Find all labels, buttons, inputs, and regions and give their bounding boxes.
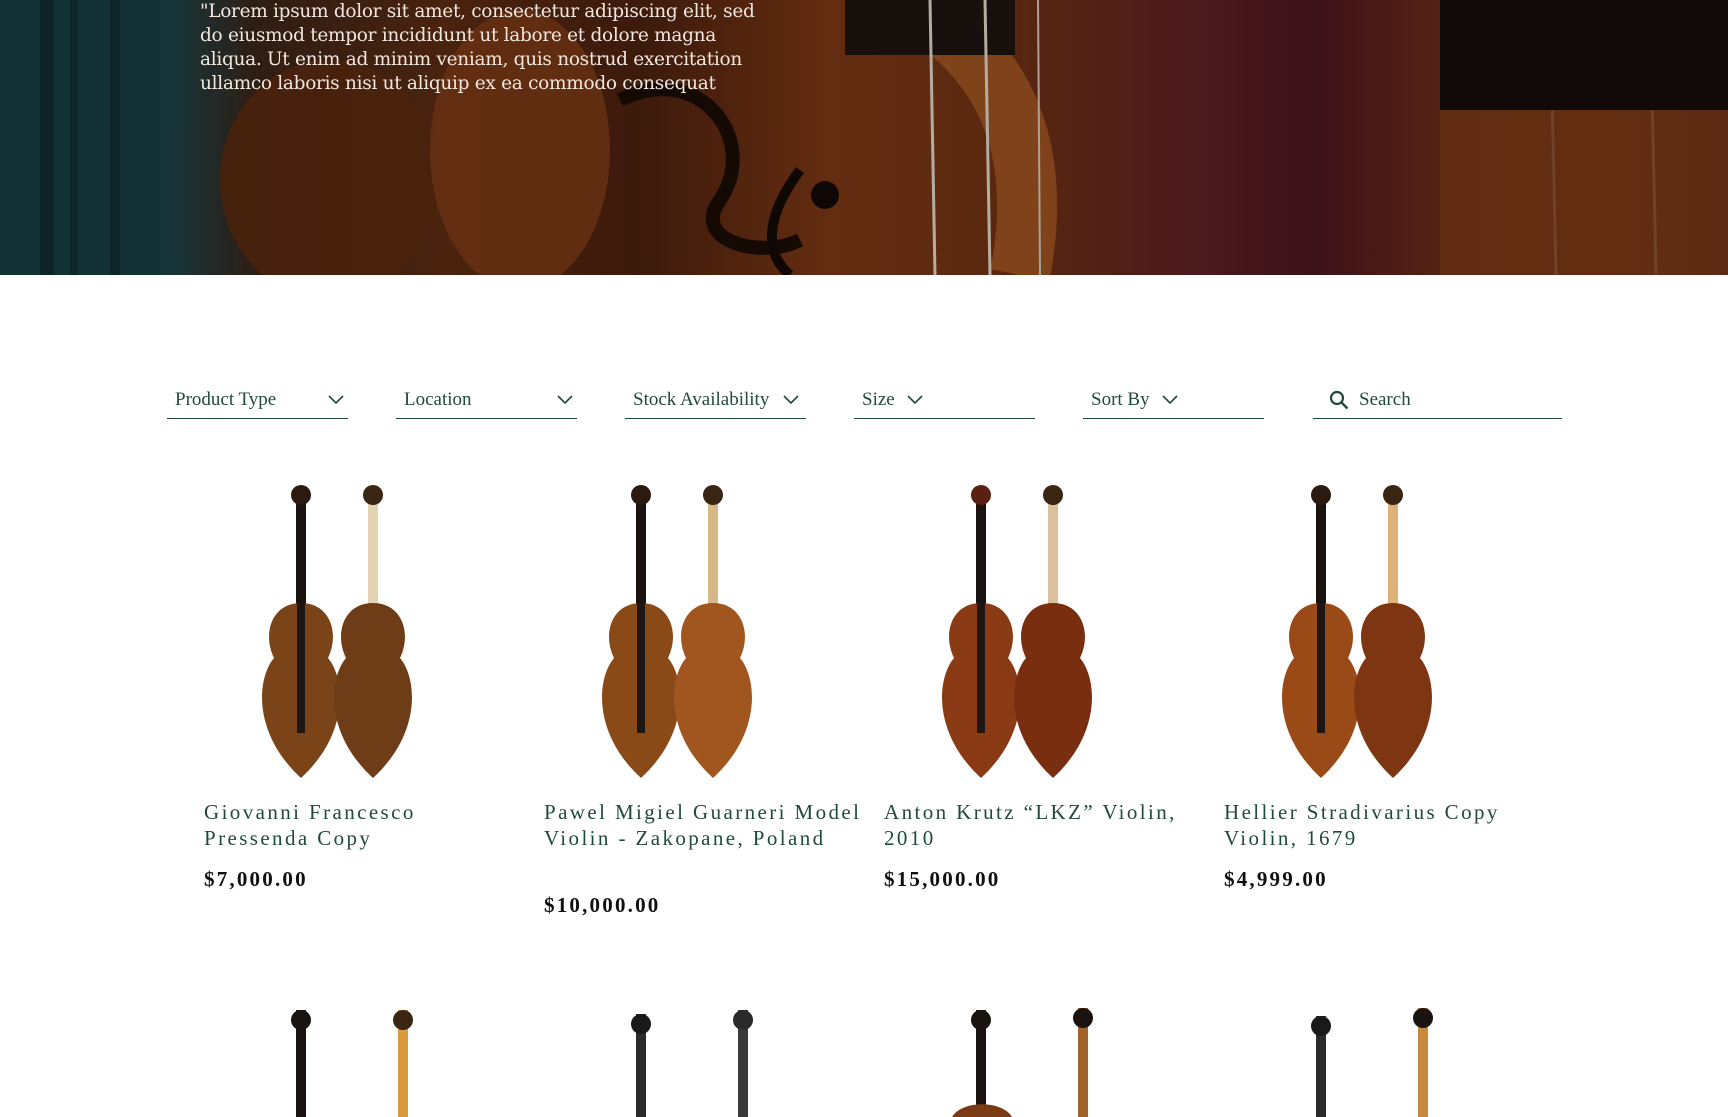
search-box <box>1313 380 1562 419</box>
product-image[interactable] <box>291 1010 413 1117</box>
product-images-row-2 <box>291 1008 1433 1117</box>
product-image[interactable] <box>884 483 1184 783</box>
product-image[interactable] <box>952 1008 1093 1117</box>
filter-stock-label: Stock Availability <box>633 389 770 410</box>
chevron-down-icon <box>907 395 923 405</box>
product-image[interactable] <box>1224 483 1524 783</box>
filter-size[interactable]: Size <box>854 380 1035 419</box>
filter-sort-by[interactable]: Sort By <box>1083 380 1264 419</box>
hero-quote: "Lorem ipsum dolor sit amet, consectetur… <box>200 1 755 94</box>
filter-size-label: Size <box>862 389 895 410</box>
product-price: $15,000.00 <box>884 867 1001 891</box>
filter-product-type-label: Product Type <box>175 389 277 410</box>
filter-product-type[interactable]: Product Type <box>167 380 348 419</box>
product-name[interactable]: Giovanni Francesco Pressenda Copy <box>204 799 524 851</box>
filter-location[interactable]: Location <box>396 380 577 419</box>
product-name[interactable]: Hellier Stradivarius Copy Violin, 1679 <box>1224 799 1544 851</box>
product-name[interactable]: Anton Krutz “LKZ” Violin, 2010 <box>884 799 1204 851</box>
chevron-down-icon <box>328 395 344 405</box>
product-image[interactable] <box>631 1010 753 1117</box>
product-name[interactable]: Pawel Migiel Guarneri Model Violin - Zak… <box>544 799 864 851</box>
filter-stock-availability[interactable]: Stock Availability <box>625 380 806 419</box>
product-price: $7,000.00 <box>204 867 308 891</box>
search-icon[interactable] <box>1329 390 1349 410</box>
product-image[interactable] <box>544 483 844 783</box>
product-image[interactable] <box>1311 1008 1433 1117</box>
search-input[interactable] <box>1357 384 1551 416</box>
filter-sort-label: Sort By <box>1091 389 1150 410</box>
hero-banner: "Lorem ipsum dolor sit amet, consectetur… <box>0 0 1728 275</box>
product-price: $4,999.00 <box>1224 867 1328 891</box>
chevron-down-icon <box>557 395 573 405</box>
filter-location-label: Location <box>404 389 472 410</box>
chevron-down-icon <box>1162 395 1178 405</box>
chevron-down-icon <box>783 395 799 405</box>
product-image[interactable] <box>204 483 504 783</box>
product-price: $10,000.00 <box>544 893 661 917</box>
filter-bar: Product Type Location Stock Availability… <box>167 380 1562 420</box>
